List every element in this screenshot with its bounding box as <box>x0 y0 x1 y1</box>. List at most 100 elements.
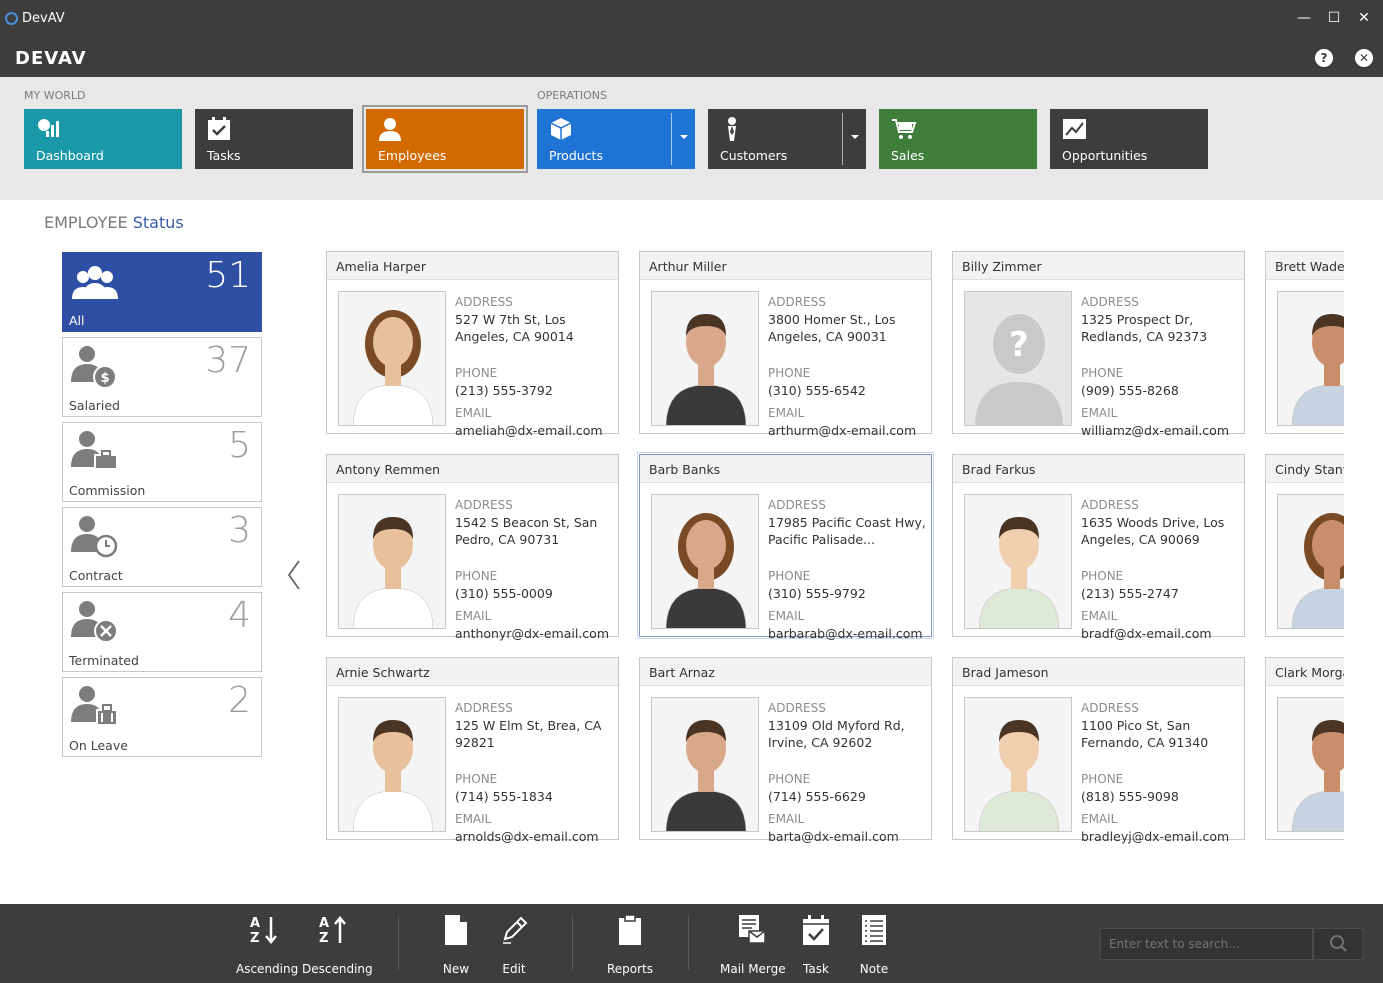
email-label: EMAIL <box>1081 609 1118 623</box>
employee-card[interactable]: Arnie Schwartz ADDRESS 125 W Elm St, Brea,… <box>326 657 619 844</box>
employee-email: arthurm@dx-email.com <box>768 423 917 438</box>
minimize-button[interactable]: — <box>1294 10 1314 26</box>
maximize-button[interactable]: ☐ <box>1324 10 1344 26</box>
filter-contract[interactable]: 3 Contract <box>62 507 262 587</box>
tile-customers[interactable]: Customers <box>708 109 866 169</box>
employee-card[interactable]: Barb Banks ADDRESS 17985 Pacific Coast Hwy… <box>637 452 934 641</box>
address-label: ADDRESS <box>1081 498 1139 512</box>
edit-button[interactable]: Edit <box>494 914 534 976</box>
employee-card[interactable]: Brad Farkus ADDRESS 1635 Woods Drive, Los … <box>952 454 1245 641</box>
help-icon[interactable]: ? <box>1315 49 1333 67</box>
employee-card[interactable]: Bart Arnaz ADDRESS 13109 Old Myford Rd, Ir… <box>639 657 932 844</box>
filter-label: On Leave <box>69 738 128 753</box>
tile-sales[interactable]: Sales <box>879 109 1037 169</box>
employee-card[interactable]: Billy Zimmer? ADDRESS 1325 Prospect Dr, Re… <box>952 251 1245 438</box>
toolbar-separator <box>572 916 573 970</box>
employee-address: 527 W 7th St, Los Angeles, CA 90014 <box>455 312 574 344</box>
employee-card[interactable]: Arthur Miller ADDRESS 3800 Homer St., Los … <box>639 251 932 438</box>
search-button[interactable] <box>1313 928 1363 960</box>
ascending-button[interactable]: AZ Ascending <box>236 914 298 976</box>
page-title-part1: EMPLOYEE <box>44 213 128 232</box>
address-label: ADDRESS <box>455 701 513 715</box>
employee-email: anthonyr@dx-email.com <box>455 626 609 641</box>
tile-label: Opportunities <box>1062 148 1148 163</box>
chevron-down-icon <box>851 135 859 139</box>
window-title: DevAV <box>22 11 65 26</box>
search-input[interactable] <box>1100 928 1313 960</box>
employee-phone: (714) 555-6629 <box>768 789 866 804</box>
female-photo <box>339 292 445 425</box>
tile-label: Dashboard <box>36 148 104 163</box>
new-document-icon <box>445 915 467 945</box>
address-label: ADDRESS <box>1081 701 1139 715</box>
search-icon <box>1330 935 1347 952</box>
employee-phone: (310) 555-9792 <box>768 586 866 601</box>
male-photo <box>652 292 758 425</box>
salaried-icon: $ <box>71 346 117 388</box>
tile-label: Tasks <box>207 148 241 163</box>
employee-address: 13109 Old Myford Rd, Irvine, CA 92602 <box>768 718 905 750</box>
employee-info: ADDRESS 125 W Elm St, Brea, CA 92821 PHONE… <box>455 700 617 845</box>
page-title-part2: Status <box>127 213 184 232</box>
tasks-icon <box>208 117 230 140</box>
filter-count: 3 <box>228 510 251 551</box>
employee-card[interactable]: Clark Morgan <box>1265 657 1344 840</box>
toolbar-separator <box>688 916 689 970</box>
filter-salaried[interactable]: $ 37 Salaried <box>62 337 262 417</box>
phone-label: PHONE <box>768 569 811 583</box>
task-button[interactable]: Task <box>796 914 836 976</box>
employee-card[interactable]: Brett Wade <box>1265 251 1344 434</box>
address-label: ADDRESS <box>768 701 826 715</box>
descending-button[interactable]: AZ Descending <box>302 914 373 976</box>
employee-info: ADDRESS 3800 Homer St., Los Angeles, CA 9… <box>768 294 930 439</box>
employee-photo <box>651 697 759 832</box>
note-button[interactable]: Note <box>854 914 894 976</box>
employee-address: 1542 S Beacon St, San Pedro, CA 90731 <box>455 515 598 547</box>
employee-card[interactable]: Amelia Harper ADDRESS 527 W 7th St, Los An… <box>326 251 619 438</box>
tile-tasks[interactable]: Tasks <box>195 109 353 169</box>
reports-button[interactable]: Reports <box>606 914 654 976</box>
employee-photo <box>1277 697 1344 832</box>
employee-card[interactable]: Antony Remmen ADDRESS 1542 S Beacon St, Sa… <box>326 454 619 641</box>
close-button[interactable]: ✕ <box>1354 10 1374 26</box>
svg-text:A: A <box>250 916 260 931</box>
phone-label: PHONE <box>1081 569 1124 583</box>
employee-info: ADDRESS 13109 Old Myford Rd, Irvine, CA 9… <box>768 700 930 845</box>
filter-count: 51 <box>205 255 251 296</box>
products-dropdown-button[interactable] <box>671 113 695 165</box>
filter-on-leave[interactable]: 2 On Leave <box>62 677 262 757</box>
tile-dashboard[interactable]: Dashboard <box>24 109 182 169</box>
tile-employees[interactable]: Employees <box>362 105 528 173</box>
new-button[interactable]: New <box>436 914 476 976</box>
employee-card[interactable]: Cindy Stanwick <box>1265 454 1344 637</box>
chevron-left-icon[interactable] <box>284 555 304 595</box>
employee-card[interactable]: Brad Jameson ADDRESS 1100 Pico St, San Fer… <box>952 657 1245 844</box>
employee-info: ADDRESS 527 W 7th St, Los Angeles, CA 900… <box>455 294 617 439</box>
tile-products[interactable]: Products <box>537 109 695 169</box>
page-title: EMPLOYEE Status <box>44 213 184 232</box>
filter-label: Salaried <box>69 398 120 413</box>
employee-photo <box>338 697 446 832</box>
sort-ascending-icon: AZ <box>250 916 277 946</box>
exit-icon[interactable]: ✕ <box>1355 49 1373 67</box>
employee-name: Arnie Schwartz <box>327 658 618 686</box>
employee-name: Clark Morgan <box>1266 658 1344 686</box>
filter-all[interactable]: 51 All <box>62 252 262 332</box>
filter-commission[interactable]: 5 Commission <box>62 422 262 502</box>
employee-info: ADDRESS 1542 S Beacon St, San Pedro, CA 9… <box>455 497 617 642</box>
toolbar-separator <box>398 916 399 970</box>
tile-opportunities[interactable]: Opportunities <box>1050 109 1208 169</box>
mail-merge-button[interactable]: Mail Merge <box>720 914 786 976</box>
filter-terminated[interactable]: 4 Terminated <box>62 592 262 672</box>
email-label: EMAIL <box>1081 406 1118 420</box>
employee-address: 17985 Pacific Coast Hwy, Pacific Palisad… <box>768 515 926 547</box>
customers-dropdown-button[interactable] <box>842 113 866 165</box>
employee-address: 3800 Homer St., Los Angeles, CA 90031 <box>768 312 896 344</box>
toolbar-label: Note <box>859 962 889 976</box>
tile-label: Customers <box>720 148 788 163</box>
employee-info: ADDRESS 17985 Pacific Coast Hwy, Pacific … <box>768 497 930 642</box>
employee-address: 125 W Elm St, Brea, CA 92821 <box>455 718 602 750</box>
employee-photo <box>651 494 759 629</box>
filter-count: 4 <box>228 595 251 636</box>
on-leave-icon <box>71 686 118 726</box>
